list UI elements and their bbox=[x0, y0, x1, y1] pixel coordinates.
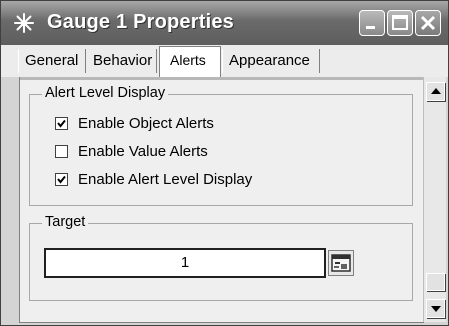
checkbox-label: Enable Value Alerts bbox=[78, 143, 208, 160]
close-button[interactable] bbox=[415, 10, 441, 36]
checkbox[interactable] bbox=[55, 145, 68, 158]
checkmark-icon bbox=[57, 175, 66, 184]
checkbox-label: Enable Alert Level Display bbox=[78, 171, 253, 188]
close-icon bbox=[420, 15, 436, 31]
tab-behavior[interactable]: Behavior bbox=[87, 49, 157, 73]
arrow-down-icon bbox=[431, 306, 441, 312]
divider bbox=[20, 77, 424, 80]
group-legend: Alert Level Display bbox=[42, 85, 169, 101]
sparkle-icon bbox=[13, 12, 35, 39]
value-picker-button[interactable] bbox=[328, 250, 354, 276]
checkbox-label: Enable Object Alerts bbox=[78, 115, 214, 132]
alert-level-display-group: Alert Level Display Enable Object Alerts… bbox=[29, 85, 413, 206]
scroll-up-button[interactable] bbox=[426, 82, 445, 101]
checkbox[interactable] bbox=[55, 117, 68, 130]
target-value-field[interactable]: 1 bbox=[44, 248, 326, 278]
tab-general[interactable]: General bbox=[18, 49, 86, 73]
checkbox[interactable] bbox=[55, 173, 68, 186]
tab-appearance[interactable]: Appearance bbox=[222, 49, 320, 73]
tab-alerts[interactable]: Alerts bbox=[159, 46, 221, 78]
target-group: Target 1 bbox=[29, 214, 413, 301]
arrow-up-icon bbox=[431, 88, 441, 94]
scroll-thumb[interactable] bbox=[426, 273, 445, 291]
tab-content: Alert Level Display Enable Object Alerts… bbox=[1, 77, 448, 325]
tab-strip: General Behavior Alerts Appearance bbox=[1, 45, 448, 78]
window-title: Gauge 1 Properties bbox=[47, 11, 234, 33]
checkmark-icon bbox=[57, 119, 66, 128]
vertical-scrollbar[interactable] bbox=[423, 77, 446, 322]
group-legend: Target bbox=[42, 214, 89, 230]
properties-window: Gauge 1 Properties General Behavior Aler… bbox=[0, 0, 449, 326]
title-bar[interactable]: Gauge 1 Properties bbox=[1, 1, 448, 45]
value-picker-icon bbox=[331, 254, 351, 272]
minimize-icon bbox=[366, 26, 375, 29]
scroll-down-button[interactable] bbox=[426, 299, 445, 318]
maximize-icon bbox=[392, 15, 408, 30]
minimize-button[interactable] bbox=[359, 10, 385, 36]
alerts-panel: Alert Level Display Enable Object Alerts… bbox=[19, 77, 424, 323]
maximize-button[interactable] bbox=[387, 10, 413, 36]
